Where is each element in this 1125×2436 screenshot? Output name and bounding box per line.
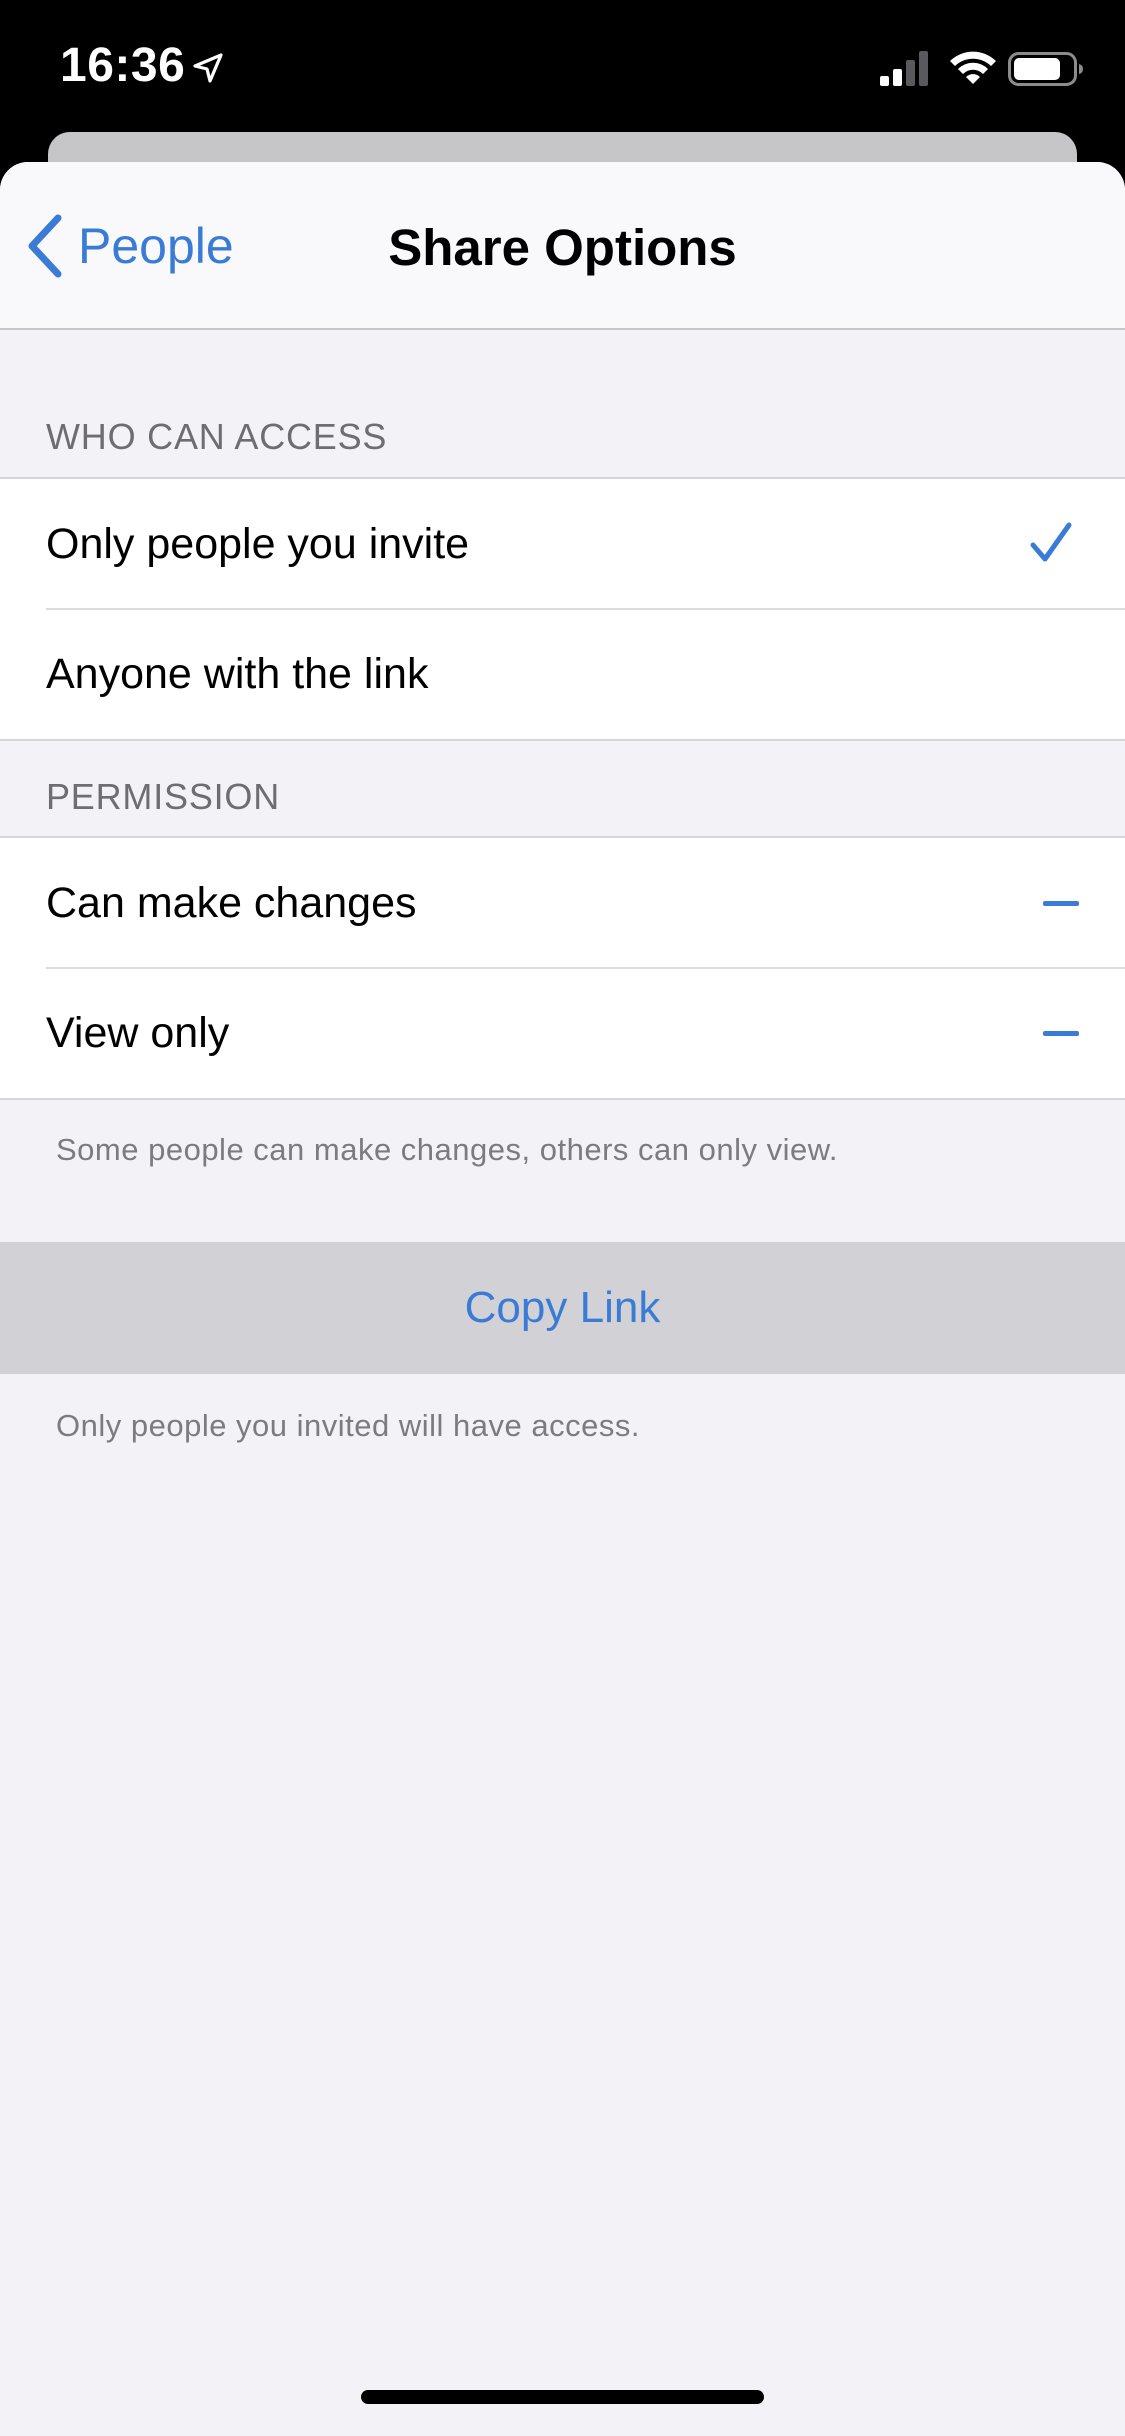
copy-link-label: Copy Link bbox=[464, 1283, 661, 1332]
copy-link-footer-note: Only people you invited will have access… bbox=[56, 1408, 640, 1443]
page-title: Share Options bbox=[388, 219, 737, 276]
checkmark-icon bbox=[1030, 522, 1072, 562]
home-indicator bbox=[361, 2390, 764, 2404]
share-options-sheet: People Share Options WHO CAN ACCESS Only… bbox=[0, 162, 1125, 2436]
battery-icon bbox=[1008, 52, 1083, 86]
status-bar: 16:36 bbox=[0, 0, 1125, 130]
access-option-only-invited[interactable]: Only people you invite bbox=[0, 479, 1125, 609]
access-option-label: Only people you invite bbox=[46, 519, 470, 568]
permission-options-group: Can make changes View only bbox=[0, 836, 1125, 1100]
permission-option-label: View only bbox=[46, 1008, 230, 1057]
wifi-icon bbox=[950, 51, 996, 84]
share-options-screen: 16:36 People Share Options WHO CAN ACCES… bbox=[0, 0, 1125, 2436]
section-header-who-can-access: WHO CAN ACCESS bbox=[46, 416, 388, 457]
cellular-signal-icon bbox=[880, 51, 928, 86]
status-time: 16:36 bbox=[60, 39, 186, 92]
copy-link-button[interactable]: Copy Link bbox=[0, 1242, 1125, 1374]
permission-option-can-make-changes[interactable]: Can make changes bbox=[0, 838, 1125, 968]
access-options-group: Only people you invite Anyone with the l… bbox=[0, 477, 1125, 741]
location-arrow-icon bbox=[193, 53, 223, 83]
permission-footer-note: Some people can make changes, others can… bbox=[56, 1132, 839, 1167]
permission-option-view-only[interactable]: View only bbox=[0, 967, 1125, 1098]
mixed-state-dash-icon bbox=[1043, 901, 1079, 906]
permission-option-label: Can make changes bbox=[46, 878, 417, 927]
access-option-label: Anyone with the link bbox=[46, 649, 429, 698]
access-option-anyone-with-link[interactable]: Anyone with the link bbox=[0, 608, 1125, 739]
section-header-permission: PERMISSION bbox=[46, 776, 281, 817]
mixed-state-dash-icon bbox=[1043, 1031, 1079, 1036]
navigation-bar: People Share Options bbox=[0, 162, 1125, 330]
